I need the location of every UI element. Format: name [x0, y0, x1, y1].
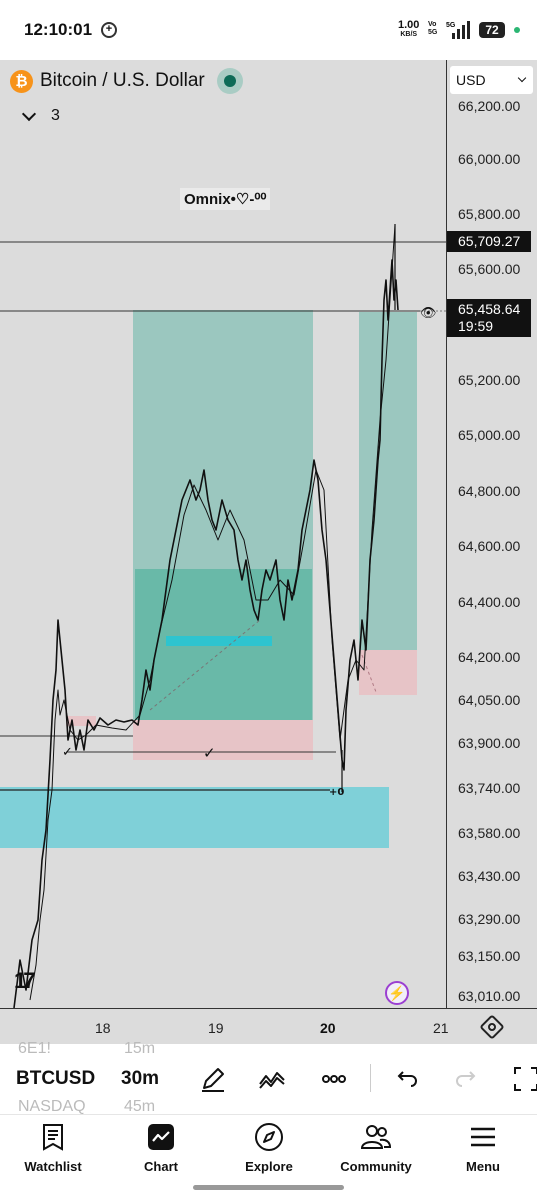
time-tick: 18 — [95, 1020, 111, 1036]
price-tick: 64,050.00 — [458, 692, 521, 708]
nav-menu[interactable]: Menu — [438, 1121, 528, 1174]
price-tick: 63,010.00 — [458, 988, 521, 1004]
watchlist-icon — [43, 1124, 63, 1151]
nav-label: Chart — [144, 1159, 178, 1174]
price-tick: 65,000.00 — [458, 427, 521, 443]
nav-community[interactable]: Community — [331, 1121, 421, 1174]
nav-label: Community — [340, 1159, 412, 1174]
chart-area[interactable]: ✓ ✓ +0 ₿ Bitcoin / U.S. Dollar 3 Omnix•♡… — [0, 60, 537, 1044]
time-tick: 19 — [208, 1020, 224, 1036]
status-time: 12:10:01 — [24, 20, 93, 39]
nav-label: Watchlist — [24, 1159, 82, 1174]
eye-icon[interactable]: 👁 — [420, 305, 437, 321]
status-bar: 12:10:01 + 1.00 KB/S Vo 5G 5G 72 — [0, 0, 537, 60]
chart-settings-icon[interactable] — [479, 1014, 505, 1040]
last-price-tag[interactable]: 65,458.64 19:59 — [447, 299, 531, 337]
nav-watchlist[interactable]: Watchlist — [8, 1121, 98, 1174]
checkmark-2: ✓ — [203, 744, 216, 762]
price-tick: 63,150.00 — [458, 948, 521, 964]
more-options-icon[interactable] — [319, 1064, 349, 1094]
price-tick: 64,800.00 — [458, 483, 521, 499]
toolbar-divider — [370, 1064, 371, 1092]
price-tick: 63,580.00 — [458, 825, 521, 841]
drawing-pen-icon[interactable] — [198, 1064, 228, 1094]
tradingview-logo-icon[interactable]: 17 — [14, 968, 36, 994]
symbol-title[interactable]: Bitcoin / U.S. Dollar — [40, 70, 205, 92]
price-tick: 65,200.00 — [458, 372, 521, 388]
chart-toolbar: 6E1! 15m BTCUSD 30m NASDAQ 45m — [0, 1040, 537, 1115]
nav-explore[interactable]: Explore — [224, 1121, 314, 1174]
prev-interval-ghost[interactable]: 15m — [124, 1040, 155, 1058]
symbol-header[interactable]: ₿ Bitcoin / U.S. Dollar — [10, 68, 243, 94]
volte-icon: Vo 5G — [428, 21, 437, 37]
chart-watermark-text: Omnix•♡-⁰⁰ — [180, 188, 271, 210]
compass-icon — [255, 1123, 283, 1151]
signal-icon: 5G — [446, 21, 470, 39]
indicators-icon[interactable] — [257, 1064, 287, 1094]
price-tick: 63,430.00 — [458, 868, 521, 884]
chevron-down-icon — [517, 73, 527, 83]
bitcoin-icon: ₿ — [10, 69, 33, 93]
price-tick: 63,900.00 — [458, 735, 521, 751]
price-tick: 64,200.00 — [458, 649, 521, 665]
nav-label: Menu — [466, 1159, 500, 1174]
volte-bottom: 5G — [428, 29, 438, 36]
volte-top: Vo — [428, 21, 437, 28]
symbol-selector[interactable]: BTCUSD — [16, 1068, 95, 1090]
community-icon — [360, 1125, 392, 1149]
price-tick: 64,400.00 — [458, 594, 521, 610]
price-tick: 64,600.00 — [458, 538, 521, 554]
price-tick: 65,600.00 — [458, 261, 521, 277]
chevron-down-icon — [21, 106, 37, 121]
nav-label: Explore — [245, 1159, 293, 1174]
indicators-toggle[interactable]: 3 — [21, 106, 60, 125]
marker-price-value: 65,709.27 — [458, 233, 521, 249]
demand-marker-bar — [166, 636, 272, 646]
redo-icon[interactable] — [452, 1064, 482, 1094]
time-tick: 20 — [320, 1020, 336, 1036]
price-axis-divider — [446, 60, 447, 1008]
fullscreen-icon[interactable] — [511, 1064, 537, 1094]
battery-indicator: 72 — [479, 22, 505, 38]
market-open-icon[interactable] — [216, 68, 243, 94]
home-indicator[interactable] — [193, 1185, 344, 1190]
menu-icon — [471, 1127, 495, 1147]
time-axis-divider — [0, 1008, 537, 1009]
privacy-dot-icon — [514, 27, 520, 33]
marker-price-tag[interactable]: 65,709.27 — [447, 231, 531, 252]
price-tick: 65,800.00 — [458, 206, 521, 222]
second-long-stop-zone — [359, 650, 417, 695]
lightning-icon[interactable]: ⚡ — [385, 981, 409, 1005]
bar-countdown: 19:59 — [458, 318, 494, 334]
network-type: 5G — [446, 22, 456, 29]
location-plus-icon: + — [101, 22, 117, 38]
chart-icon — [148, 1124, 174, 1150]
currency-select[interactable]: USD — [450, 66, 533, 94]
nav-chart[interactable]: Chart — [116, 1121, 206, 1174]
last-price-value: 65,458.64 — [458, 301, 521, 317]
network-speed: 1.00 KB/S — [398, 20, 419, 40]
price-tick: 66,000.00 — [458, 151, 521, 167]
checkmark-1: ✓ — [62, 745, 73, 760]
currency-value: USD — [456, 72, 486, 88]
network-speed-unit: KB/S — [400, 31, 418, 38]
prev-symbol-ghost[interactable]: 6E1! — [18, 1040, 51, 1058]
price-tick: 63,290.00 — [458, 911, 521, 927]
indicator-count: 3 — [51, 107, 60, 124]
long-position-stop-zone — [133, 720, 313, 760]
price-tick: 63,740.00 — [458, 780, 521, 796]
undo-icon[interactable] — [391, 1064, 421, 1094]
interval-selector[interactable]: 30m — [121, 1068, 159, 1090]
time-tick: 21 — [433, 1020, 449, 1036]
price-tick: 66,200.00 — [458, 98, 521, 114]
